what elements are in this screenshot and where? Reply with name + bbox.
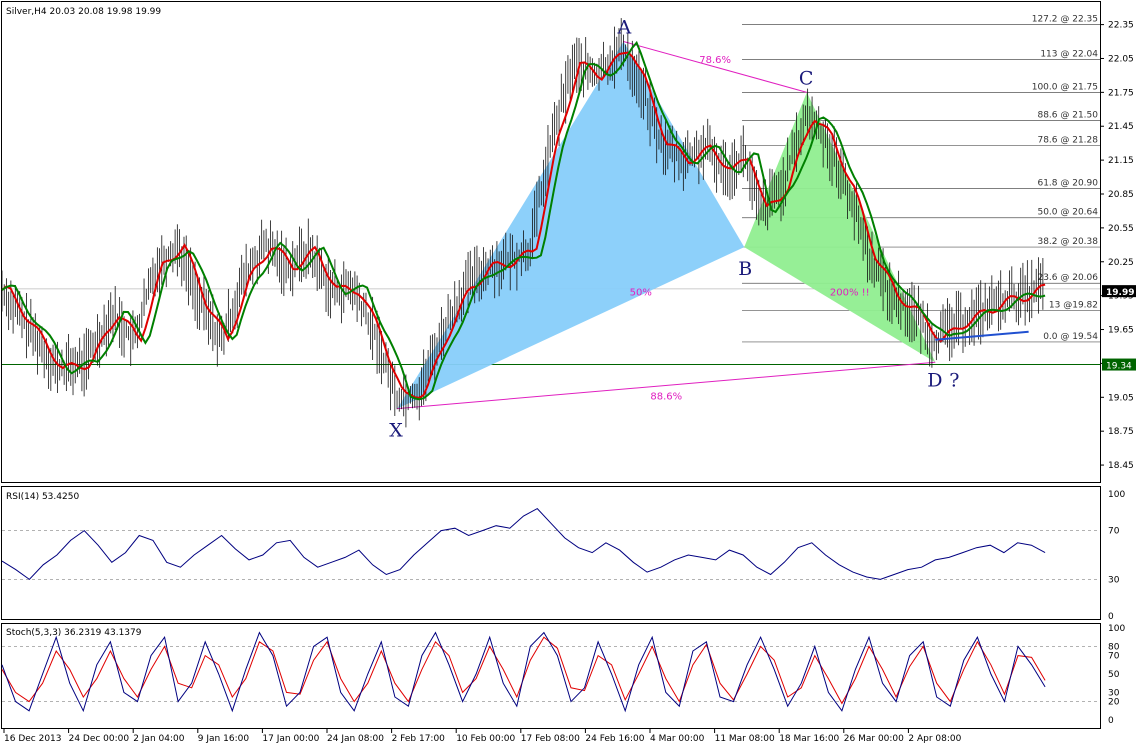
y-tick-label: 22.35 [1108, 21, 1134, 31]
x-tick-label: 24 Feb 16:00 [585, 734, 644, 744]
x-tick-label: 24 Dec 00:00 [69, 734, 130, 744]
fib-level-label: 38.2 @ 20.38 [1037, 237, 1098, 247]
stoch-y-label: 0 [1108, 716, 1114, 726]
chart-canvas: 127.2 @ 22.35 113 @ 22.04 100.0 @ 21.75 88.… [1, 1, 1136, 744]
x-tick-label: 10 Feb 00:00 [456, 734, 515, 744]
y-tick-label: 21.45 [1108, 122, 1134, 132]
stoch-panel [1, 623, 1101, 729]
x-tick-label: 2 Jan 04:00 [133, 734, 185, 744]
pattern-label-b: B [738, 258, 752, 280]
x-tick-label: 16 Dec 2013 [4, 734, 62, 744]
fib-level-label: 113 @ 22.04 [1040, 50, 1098, 60]
x-tick-label: 2 Apr 08:00 [908, 734, 961, 744]
x-axis: 16 Dec 2013 24 Dec 00:00 2 Jan 04:00 9 Jan … [3, 729, 962, 744]
x-tick-label: 26 Mar 00:00 [844, 734, 904, 744]
y-tick-label: 18.45 [1108, 461, 1134, 471]
fib-level-label: 78.6 @ 21.28 [1037, 135, 1098, 145]
fib-level-label: 127.2 @ 22.35 [1032, 15, 1098, 25]
rsi-y-label: 70 [1108, 527, 1120, 537]
rsi-y-label: 100 [1108, 490, 1125, 500]
y-tick-label: 21.15 [1108, 156, 1134, 166]
ratio-label-bd: 200% !! [830, 288, 870, 299]
fib-level-label: 0.0 @ 19.54 [1043, 332, 1098, 342]
stoch-title: Stoch(5,3,3) 36.2319 43.1379 [6, 628, 142, 638]
x-tick-label: 17 Jan 00:00 [262, 734, 319, 744]
fib-level-label: 61.8 @ 20.90 [1037, 178, 1098, 188]
stoch-y-label: 70 [1108, 652, 1120, 662]
y-tick-label: 20.25 [1108, 258, 1134, 268]
pattern-label-question: ? [949, 369, 959, 391]
x-tick-label: 17 Feb 08:00 [521, 734, 580, 744]
x-tick-label: 9 Jan 16:00 [198, 734, 250, 744]
fib-level-label: 13 @19.82 [1049, 300, 1098, 310]
chart-title: Silver,H4 20.03 20.08 19.98 19.99 [6, 7, 161, 17]
y-tick-label: 19.05 [1108, 393, 1134, 403]
y-tick-label: 21.75 [1108, 88, 1134, 98]
x-tick-label: 24 Jan 08:00 [327, 734, 384, 744]
stoch-y-label: 100 [1108, 624, 1125, 634]
current-price-label: 19.99 [1106, 288, 1134, 298]
y-tick-label: 20.55 [1108, 224, 1134, 234]
fib-level-label: 23.6 @ 20.06 [1037, 273, 1098, 283]
ratio-label-xd: 88.6% [650, 391, 682, 402]
y-tick-label: 20.85 [1108, 190, 1134, 200]
pattern-label-x: X [389, 420, 403, 442]
support-price-label: 19.34 [1106, 362, 1132, 372]
rsi-y-label: 0 [1108, 612, 1114, 622]
x-tick-label: 2 Feb 17:00 [392, 734, 446, 744]
stoch-y-label: 20 [1108, 698, 1120, 708]
y-tick-label: 22.05 [1108, 54, 1134, 64]
fib-level-label: 88.6 @ 21.50 [1037, 111, 1098, 121]
fib-level-label: 50.0 @ 20.64 [1037, 208, 1098, 218]
pattern-label-a: A [616, 17, 631, 39]
rsi-title: RSI(14) 53.4250 [6, 492, 79, 502]
x-tick-label: 11 Mar 08:00 [715, 734, 775, 744]
x-tick-label: 4 Mar 00:00 [650, 734, 705, 744]
x-tick-label: 18 Mar 16:00 [779, 734, 839, 744]
rsi-panel [1, 486, 1101, 620]
pattern-label-d: D [927, 369, 942, 391]
stoch-y-label: 50 [1108, 670, 1120, 680]
y-tick-label: 19.65 [1108, 326, 1134, 336]
ratio-label-xb: 50% [630, 288, 652, 299]
pattern-label-c: C [799, 67, 814, 89]
fib-level-label: 100.0 @ 21.75 [1032, 82, 1098, 92]
rsi-y-label: 30 [1108, 575, 1120, 585]
ratio-label-ac: 78.6% [699, 55, 731, 66]
y-tick-label: 18.75 [1108, 427, 1134, 437]
